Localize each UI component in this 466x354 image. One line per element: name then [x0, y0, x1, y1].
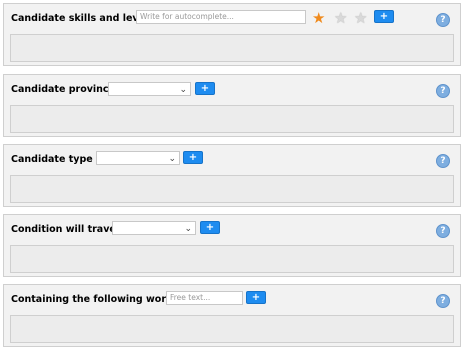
candidate-type-select[interactable]: ⌄: [96, 151, 180, 165]
words-content-area: [10, 315, 454, 343]
will-travel-content-area: [10, 245, 454, 273]
panel-containing-words: Containing the following words Free text…: [3, 284, 461, 347]
province-select[interactable]: ⌄: [108, 82, 191, 96]
add-candidate-type-button[interactable]: +: [183, 151, 203, 164]
skills-autocomplete-input[interactable]: Write for autocomplete...: [136, 10, 306, 24]
panel-condition-will-travel: Condition will travel ⌄ + ?: [3, 214, 461, 277]
rating-star-2-icon[interactable]: ★: [334, 11, 347, 26]
panel-candidate-province: Candidate province ⌄ + ?: [3, 74, 461, 137]
help-icon[interactable]: ?: [436, 13, 450, 27]
panel-title: Containing the following words: [11, 294, 179, 305]
panel-title: Candidate skills and level: [11, 13, 149, 24]
chevron-down-icon: ⌄: [184, 224, 192, 234]
help-icon[interactable]: ?: [436, 224, 450, 238]
panel-candidate-skills: Candidate skills and level Write for aut…: [3, 3, 461, 66]
panel-title: Candidate province: [11, 84, 116, 95]
help-icon[interactable]: ?: [436, 84, 450, 98]
help-icon[interactable]: ?: [436, 294, 450, 308]
rating-star-3-icon[interactable]: ★: [354, 11, 367, 26]
add-province-button[interactable]: +: [195, 82, 215, 95]
add-skill-button[interactable]: +: [374, 10, 394, 23]
candidate-type-content-area: [10, 175, 454, 203]
help-icon[interactable]: ?: [436, 154, 450, 168]
panel-candidate-type: Candidate type ⌄ + ?: [3, 144, 461, 207]
province-content-area: [10, 105, 454, 133]
panel-title: Candidate type: [11, 154, 93, 165]
add-words-button[interactable]: +: [246, 291, 266, 304]
chevron-down-icon: ⌄: [168, 154, 176, 164]
add-will-travel-button[interactable]: +: [200, 221, 220, 234]
rating-star-1-icon[interactable]: ★: [312, 11, 325, 26]
chevron-down-icon: ⌄: [179, 85, 187, 95]
panel-title: Condition will travel: [11, 224, 120, 235]
skills-content-area: [10, 34, 454, 62]
will-travel-select[interactable]: ⌄: [112, 221, 196, 235]
free-text-input[interactable]: Free text...: [166, 291, 243, 305]
